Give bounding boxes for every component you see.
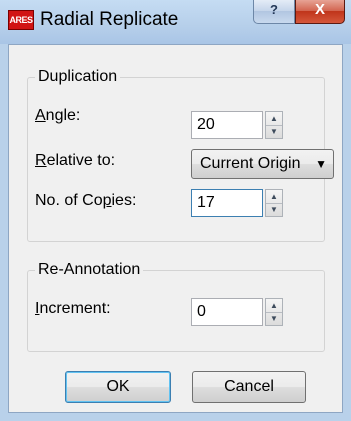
increment-label-mnemonic: I [35,300,40,317]
duplication-group-title: Duplication [35,68,121,86]
copies-label-mnemonic: p [102,192,112,209]
radial-replicate-dialog: ARES Radial Replicate ? X Duplication An… [0,0,351,421]
close-button[interactable]: X [295,0,345,24]
increment-spin-down-icon[interactable]: ▼ [266,312,282,325]
ares-app-icon: ARES [8,10,34,30]
title-bar[interactable]: ARES Radial Replicate ? X [0,0,351,44]
increment-input[interactable]: 0 [191,298,263,326]
ok-button[interactable]: OK [65,371,171,403]
angle-label: Angle: [35,107,81,124]
copies-spin-down-icon[interactable]: ▼ [266,203,282,216]
increment-label: Increment: [35,300,111,317]
angle-label-mnemonic: A [35,107,46,124]
dialog-client-area: Duplication Angle: 20 ▲ ▼ Relative to: C… [8,44,343,413]
dropdown-arrow-icon[interactable]: ▼ [315,150,327,178]
relative-to-dropdown[interactable]: Current Origin ▼ [191,149,334,179]
increment-spinner[interactable]: ▲ ▼ [265,298,283,326]
relative-to-label: Relative to: [35,152,116,169]
relative-to-mnemonic: R [35,152,47,169]
angle-spin-up-icon[interactable]: ▲ [266,112,282,126]
increment-spin-up-icon[interactable]: ▲ [266,299,282,313]
cancel-button[interactable]: Cancel [192,371,306,403]
angle-spinner[interactable]: ▲ ▼ [265,111,283,139]
reannotation-group-title: Re-Annotation [35,261,144,279]
angle-spin-down-icon[interactable]: ▼ [266,125,282,138]
copies-spinner[interactable]: ▲ ▼ [265,189,283,217]
copies-label: No. of Copies: [35,192,137,209]
copies-spin-up-icon[interactable]: ▲ [266,190,282,204]
angle-input[interactable]: 20 [191,111,263,139]
window-title: Radial Replicate [40,9,179,30]
copies-input[interactable]: 17 [191,189,263,217]
relative-to-value: Current Origin [200,155,301,172]
help-button[interactable]: ? [253,0,295,24]
